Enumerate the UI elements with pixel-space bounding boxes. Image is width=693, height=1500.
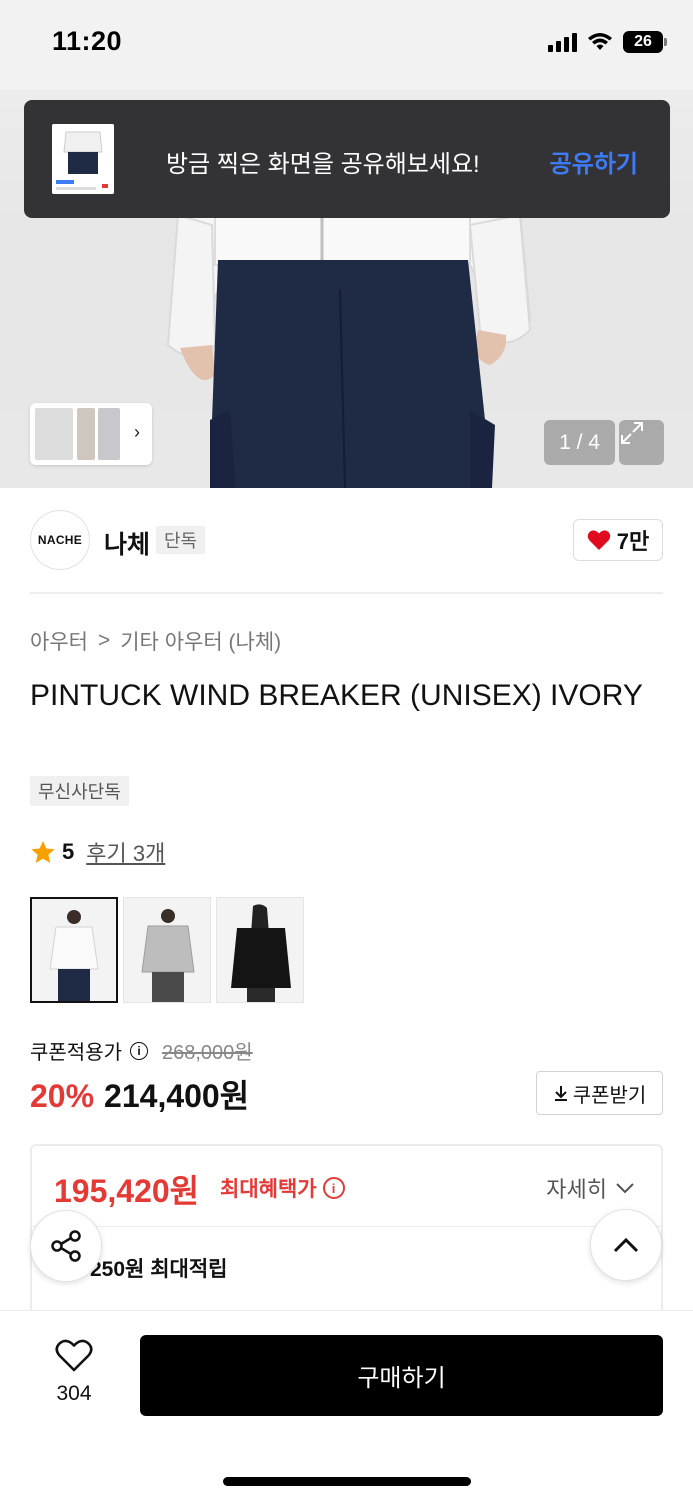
brand-exclusive-badge: 단독 [156,526,206,554]
divider [30,592,663,594]
rating-score: 5 [62,839,75,864]
battery-icon: 26 [623,31,667,53]
divider [32,1226,661,1227]
share-icon [51,1230,81,1262]
breadcrumb-level1[interactable]: 아우터 [30,626,88,656]
heart-filled-icon [587,530,610,550]
brand-like-count: 7만 [616,529,650,554]
original-price: 268,000원 [162,1042,253,1064]
home-indicator[interactable] [223,1477,471,1486]
wifi-icon [588,33,612,50]
details-label: 자세히 [546,1177,607,1202]
brand-row: NACHE 나체 단독 7만 [30,510,663,570]
price-row: 20% 214,400원 [30,1071,249,1117]
get-coupon-button[interactable]: 쿠폰받기 [536,1071,663,1115]
brand-logo[interactable]: NACHE [30,510,90,570]
gallery-thumb [98,408,120,460]
info-icon[interactable]: i [322,1177,345,1199]
chevron-down-icon [616,1183,634,1194]
screenshot-thumbnail[interactable] [52,124,114,194]
max-benefit-label-row: 최대혜택가 i [220,1173,345,1203]
variant-ivory[interactable] [30,897,118,1003]
expand-icon [621,422,643,444]
wishlist-button[interactable]: 304 [40,1339,108,1406]
status-time: 11:20 [52,26,123,56]
exclusive-badge: 무신사단독 [30,776,129,806]
discount-rate: 20% [30,1078,95,1114]
coupon-price-label-row: 쿠폰적용가 i 268,000원 [30,1036,253,1065]
bottom-action-bar: 304 구매하기 [0,1310,693,1500]
breadcrumb: 아우터 > 기타 아우터 (나체) [30,626,281,656]
brand-name[interactable]: 나체 [104,525,150,561]
signal-icon [548,32,577,52]
gallery-thumbnail-strip[interactable]: › [30,403,152,465]
wishlist-count: 304 [56,1382,92,1405]
get-coupon-label: 쿠폰받기 [572,1084,647,1107]
image-page-indicator: 1 / 4 [544,420,615,465]
download-icon [554,1086,567,1101]
toast-message: 방금 찍은 화면을 공유해보세요! [166,151,480,178]
expand-image-button[interactable] [619,420,664,465]
brand-like-button[interactable]: 7만 [573,519,663,561]
heart-outline-icon [55,1339,93,1372]
scroll-to-top-button[interactable] [590,1209,662,1281]
breadcrumb-separator: > [97,629,111,652]
gallery-thumb [35,408,73,460]
max-benefit-box: 195,420원 최대혜택가 i 자세히 250원 최대적립 [30,1144,663,1314]
status-icons: 26 [548,30,667,54]
status-bar: 11:20 26 [0,0,693,90]
variant-gray[interactable] [123,897,211,1003]
star-icon [31,840,55,863]
max-benefit-price: 195,420원 [54,1173,200,1209]
gallery-thumb [77,408,95,460]
buy-button[interactable]: 구매하기 [140,1335,663,1416]
details-toggle[interactable]: 자세히 [546,1172,635,1204]
max-points-text: 250원 최대적립 [90,1258,228,1281]
product-title: PINTUCK WIND BREAKER (UNISEX) IVORY [30,679,643,712]
color-variants [30,897,304,1003]
info-icon[interactable]: i [130,1041,148,1060]
max-benefit-label: 최대혜택가 [220,1178,317,1201]
coupon-price-label: 쿠폰적용가 [30,1042,122,1064]
review-link[interactable]: 후기 3개 [86,836,165,868]
share-action-button[interactable]: 공유하기 [550,144,638,179]
chevron-right-icon: › [134,422,140,442]
breadcrumb-level2[interactable]: 기타 아우터 (나체) [120,626,281,656]
variant-black[interactable] [216,897,304,1003]
share-toast: 방금 찍은 화면을 공유해보세요! 공유하기 [24,100,670,218]
chevron-up-icon [613,1237,639,1253]
share-button[interactable] [30,1210,102,1282]
rating-row: 5 후기 3개 [30,836,165,868]
sale-price: 214,400원 [104,1078,250,1114]
